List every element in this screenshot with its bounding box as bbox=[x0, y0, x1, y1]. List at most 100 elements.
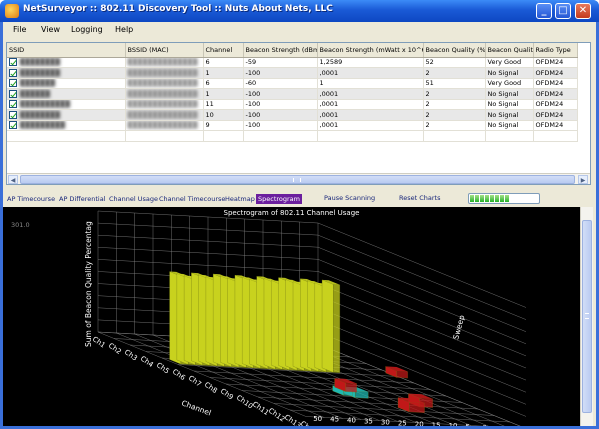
horizontal-scrollbar[interactable]: ◀ ▶ bbox=[7, 173, 590, 184]
tab-ap-timecourse[interactable]: AP Timecourse bbox=[5, 194, 57, 204]
channel-tick-label: Ch10 bbox=[235, 394, 255, 411]
row-checkbox[interactable] bbox=[9, 68, 17, 77]
tab-ap-differential[interactable]: AP Differential bbox=[57, 194, 108, 204]
tab-heatmap[interactable]: Heatmap bbox=[223, 194, 257, 204]
row-checkbox[interactable] bbox=[9, 100, 17, 109]
column-header[interactable]: Beacon Quality (%) bbox=[423, 43, 486, 58]
column-header[interactable]: Beacon Strength (dBm) bbox=[243, 43, 318, 58]
row-checkbox[interactable] bbox=[9, 79, 17, 88]
menu-logging[interactable]: Logging bbox=[71, 25, 103, 34]
progress-segment bbox=[490, 195, 494, 202]
table-row[interactable]: █████████ ██████████████ 9 -100,0001 2 No Sig… bbox=[7, 120, 578, 131]
table-row[interactable]: ██████ ██████████████ 1 -100,0001 2 No Signal… bbox=[7, 88, 578, 100]
channel-tick-label: Ch5 bbox=[155, 361, 171, 375]
sweep-tick-label: -5 bbox=[499, 425, 506, 426]
maximize-button[interactable]: □ bbox=[555, 3, 571, 19]
channel-cell: 1 bbox=[203, 88, 244, 100]
tab-channel-timecourse[interactable]: Channel Timecourse bbox=[157, 194, 227, 204]
menu-view[interactable]: View bbox=[41, 25, 60, 34]
radio-cell: OFDM24 bbox=[533, 88, 578, 100]
ssid-text: ████████ bbox=[20, 110, 60, 119]
scroll-left-icon[interactable]: ◀ bbox=[8, 175, 18, 184]
column-header[interactable]: Radio Type bbox=[533, 43, 578, 58]
channel-cell: 6 bbox=[203, 78, 244, 89]
radio-cell: OFDM24 bbox=[533, 57, 578, 68]
bssid-cell: ██████████████ bbox=[125, 67, 204, 79]
column-header[interactable]: Channel bbox=[203, 43, 244, 58]
app-icon bbox=[5, 4, 19, 18]
radio-cell: OFDM24 bbox=[533, 99, 578, 110]
scan-progress-bar bbox=[468, 193, 540, 204]
bssid-cell: ██████████████ bbox=[125, 99, 204, 110]
qpct-cell: 51 bbox=[423, 78, 486, 89]
empty-row bbox=[7, 130, 578, 142]
qpct-cell: 2 bbox=[423, 88, 486, 100]
column-header[interactable]: SSID bbox=[7, 43, 126, 58]
z-axis-label: Sum of Beacon Quality Percentag bbox=[84, 221, 93, 347]
channel-tick-label: Ch3 bbox=[123, 348, 139, 362]
channel-cell: 11 bbox=[203, 99, 244, 110]
row-checkbox[interactable] bbox=[9, 110, 17, 119]
sweep-tick-label: 45 bbox=[330, 416, 339, 424]
row-checkbox[interactable] bbox=[9, 58, 17, 67]
pause-scanning-button[interactable]: Pause Scanning bbox=[324, 194, 375, 202]
channel-cell: 9 bbox=[203, 120, 244, 131]
tab-spectrogram[interactable]: Spectrogram bbox=[256, 194, 302, 204]
menu-help[interactable]: Help bbox=[115, 25, 133, 34]
bssid-text: ██████████████ bbox=[127, 58, 198, 67]
title-bar[interactable]: NetSurveyor :: 802.11 Discovery Tool :: … bbox=[0, 0, 599, 22]
dbm-cell: -100 bbox=[243, 120, 318, 131]
row-checkbox[interactable] bbox=[9, 89, 17, 98]
bssid-text: ██████████████ bbox=[127, 68, 198, 77]
channel-tick-label: Ch11 bbox=[251, 400, 271, 417]
chart-vertical-scrollbar[interactable] bbox=[580, 207, 593, 426]
channel-tick-label: Ch12 bbox=[267, 407, 287, 424]
side-wall-gridline bbox=[317, 271, 527, 357]
column-header[interactable]: Beacon Strength (mWatt x 10^6) bbox=[317, 43, 424, 58]
table-row[interactable]: ████████ ██████████████ 10 -100,0001 2 No Sig… bbox=[7, 109, 578, 121]
bssid-cell: ██████████████ bbox=[125, 109, 204, 121]
yellow-bar bbox=[333, 284, 341, 373]
red-bar bbox=[396, 370, 408, 379]
close-button[interactable]: ✕ bbox=[575, 3, 591, 19]
x-axis-label: Channel bbox=[180, 398, 212, 417]
chart-scroll-thumb[interactable] bbox=[582, 220, 592, 413]
ap-grid: SSID BSSID (MAC) Channel Beacon Strength (d… bbox=[6, 42, 591, 185]
menu-file[interactable]: File bbox=[13, 25, 26, 34]
reset-charts-button[interactable]: Reset Charts bbox=[399, 194, 440, 202]
qpct-cell: 2 bbox=[423, 120, 486, 131]
channel-cell: 6 bbox=[203, 57, 244, 68]
bssid-text: ██████████████ bbox=[127, 89, 198, 98]
mwatt-cell: ,0001 bbox=[317, 88, 424, 100]
mwatt-cell: ,0001 bbox=[317, 67, 424, 79]
row-checkbox[interactable] bbox=[9, 121, 17, 130]
scroll-thumb[interactable] bbox=[20, 175, 575, 184]
channel-tick-label: Ch4 bbox=[139, 355, 155, 370]
ssid-cell: ██████ bbox=[7, 88, 126, 100]
dbm-cell: -100 bbox=[243, 99, 318, 110]
qpct-cell: 2 bbox=[423, 109, 486, 121]
chart-corner-value: 301.0 bbox=[11, 221, 30, 229]
table-row[interactable]: ██████████ ██████████████ 11 -100,0001 2 No S… bbox=[7, 99, 578, 110]
yellow-bar bbox=[321, 279, 334, 373]
radio-cell: OFDM24 bbox=[533, 67, 578, 79]
table-row[interactable]: ███████ ██████████████ 6 -60 1 51 Very Good OFD… bbox=[7, 78, 578, 89]
scroll-right-icon[interactable]: ▶ bbox=[578, 175, 588, 184]
ssid-cell: ██████████ bbox=[7, 99, 126, 110]
channel-tick-label: Ch6 bbox=[171, 368, 187, 383]
table-header: SSID BSSID (MAC) Channel Beacon Strength (d… bbox=[7, 43, 578, 58]
table-row[interactable]: ████████ ██████████████ 6 -59 1,2589 52 Very G… bbox=[7, 57, 578, 68]
column-header[interactable]: Beacon Quality bbox=[485, 43, 534, 58]
minimize-button[interactable]: _ bbox=[536, 3, 552, 19]
tab-channel-usage[interactable]: Channel Usage bbox=[107, 194, 160, 204]
app-window: NetSurveyor :: 802.11 Discovery Tool :: … bbox=[0, 0, 599, 429]
dbm-cell: -100 bbox=[243, 109, 318, 121]
progress-segment bbox=[500, 195, 504, 202]
column-header[interactable]: BSSID (MAC) bbox=[125, 43, 204, 58]
dbm-cell: -60 bbox=[243, 78, 318, 89]
sweep-tick-label: 50 bbox=[313, 415, 322, 423]
quality-cell: No Signal bbox=[485, 120, 534, 131]
ssid-text: ████████ bbox=[20, 68, 60, 77]
table-row[interactable]: ████████ ██████████████ 1 -100,0001 2 No Sign… bbox=[7, 67, 578, 79]
sweep-tick-label: 30 bbox=[381, 418, 390, 426]
